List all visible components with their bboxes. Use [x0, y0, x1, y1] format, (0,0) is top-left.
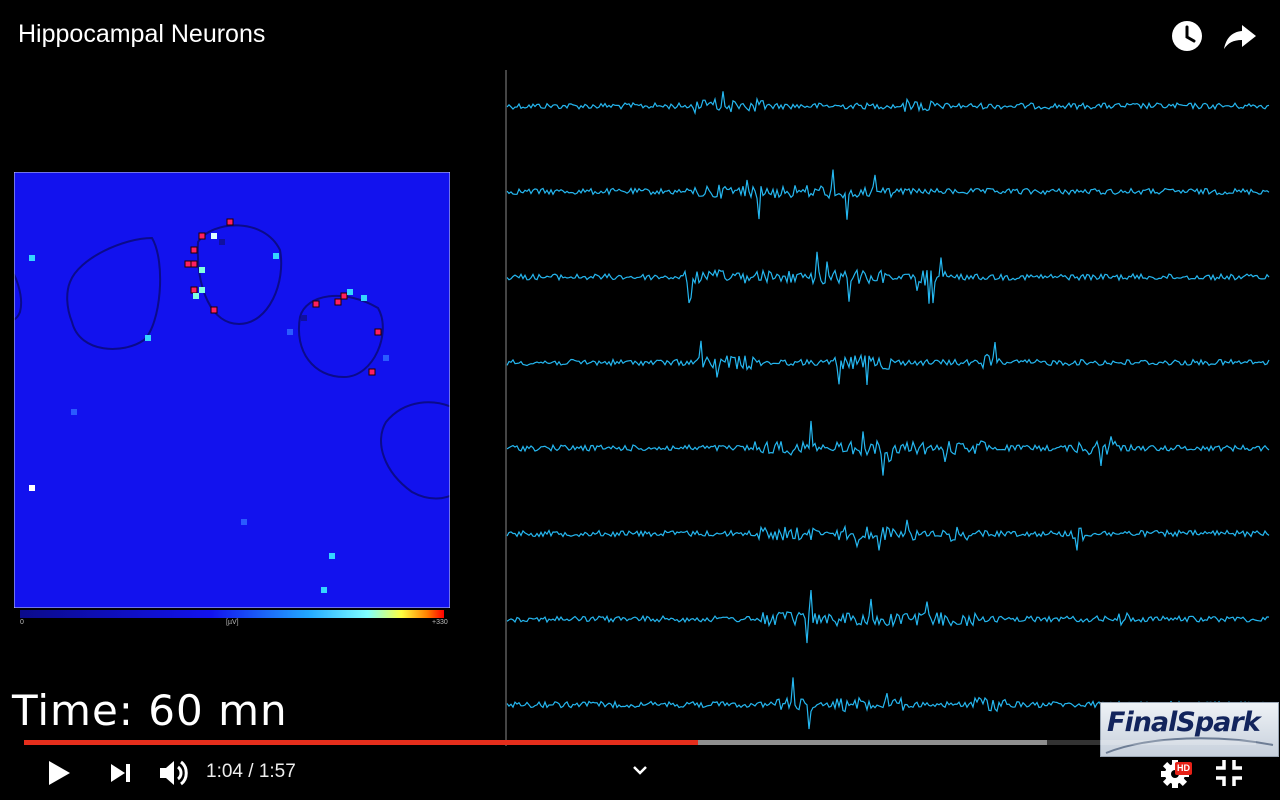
electrode-dot [198, 232, 206, 240]
electrode-dot [190, 246, 198, 254]
electrode-dot [347, 289, 353, 295]
chevron-down-icon [633, 766, 647, 775]
play-button[interactable] [40, 754, 76, 792]
electrode-dot [211, 233, 217, 239]
electrode-heatmap [14, 172, 450, 608]
finalspark-logo: FinalSpark [1100, 702, 1279, 757]
electrode-dot [273, 253, 279, 259]
recording-time-label: Time: 60 mn [12, 686, 288, 735]
electrode-dot [199, 267, 205, 273]
electrode-dot [29, 485, 35, 491]
electrode-dot [340, 292, 348, 300]
trace-line [506, 340, 1270, 385]
volume-icon [160, 760, 188, 786]
electrode-dot [383, 355, 389, 361]
exit-fullscreen-button[interactable] [1212, 756, 1246, 790]
electrode-dot [334, 298, 342, 306]
next-button[interactable] [104, 757, 136, 789]
electrode-dot [190, 286, 198, 294]
electrode-dot [29, 255, 35, 261]
next-icon [111, 764, 130, 782]
current-time: 1:04 [206, 761, 243, 782]
electrode-dot [145, 335, 151, 341]
electrode-dot [374, 328, 382, 336]
electrode-dot [210, 306, 218, 314]
exit-fullscreen-icon [1216, 760, 1242, 786]
progress-played [24, 740, 698, 745]
electrode-dot [71, 409, 77, 415]
hd-badge: HD [1175, 762, 1192, 775]
duration: 1:57 [258, 761, 296, 782]
electrode-dot [361, 295, 367, 301]
trace-line [506, 519, 1270, 551]
electrode-dot [219, 239, 225, 245]
video-player[interactable]: Hippocampal Neurons 0 [µV] +330 Time: 60… [0, 0, 1280, 800]
electrode-dot [190, 260, 198, 268]
electrode-dot [184, 260, 192, 268]
electrode-dot [287, 329, 293, 335]
trace-line [506, 420, 1270, 476]
progress-bar[interactable] [24, 740, 1256, 745]
trace-line [506, 589, 1270, 644]
colorbar-max-label: +330 [432, 619, 448, 626]
electrode-dot [241, 519, 247, 525]
electrode-dot [312, 300, 320, 308]
trace-line [506, 91, 1270, 116]
electrode-dot [329, 553, 335, 559]
heatmap-background [14, 172, 450, 608]
play-icon [49, 761, 70, 785]
electrode-dot [321, 587, 327, 593]
colorbar-unit-label: [µV] [226, 619, 239, 626]
electrode-dot [193, 293, 199, 299]
clock-icon[interactable] [1167, 16, 1207, 56]
trace-line [506, 169, 1270, 220]
trace-line [506, 251, 1270, 304]
settings-button[interactable]: HD [1158, 756, 1200, 792]
more-button[interactable] [628, 758, 652, 782]
volume-button[interactable] [155, 755, 191, 791]
colorbar [20, 610, 444, 618]
electrode-dot [368, 368, 376, 376]
trace-lines [506, 91, 1270, 730]
colorbar-min-label: 0 [20, 619, 24, 626]
time-separator: / [242, 761, 259, 782]
electrode-dot [301, 315, 307, 321]
electrode-traces [505, 70, 1270, 746]
video-title: Hippocampal Neurons [18, 20, 266, 48]
time-readout: 1:04 / 1:57 [206, 761, 296, 783]
share-icon[interactable] [1220, 16, 1260, 56]
electrode-dot [199, 287, 205, 293]
electrode-dot [226, 218, 234, 226]
